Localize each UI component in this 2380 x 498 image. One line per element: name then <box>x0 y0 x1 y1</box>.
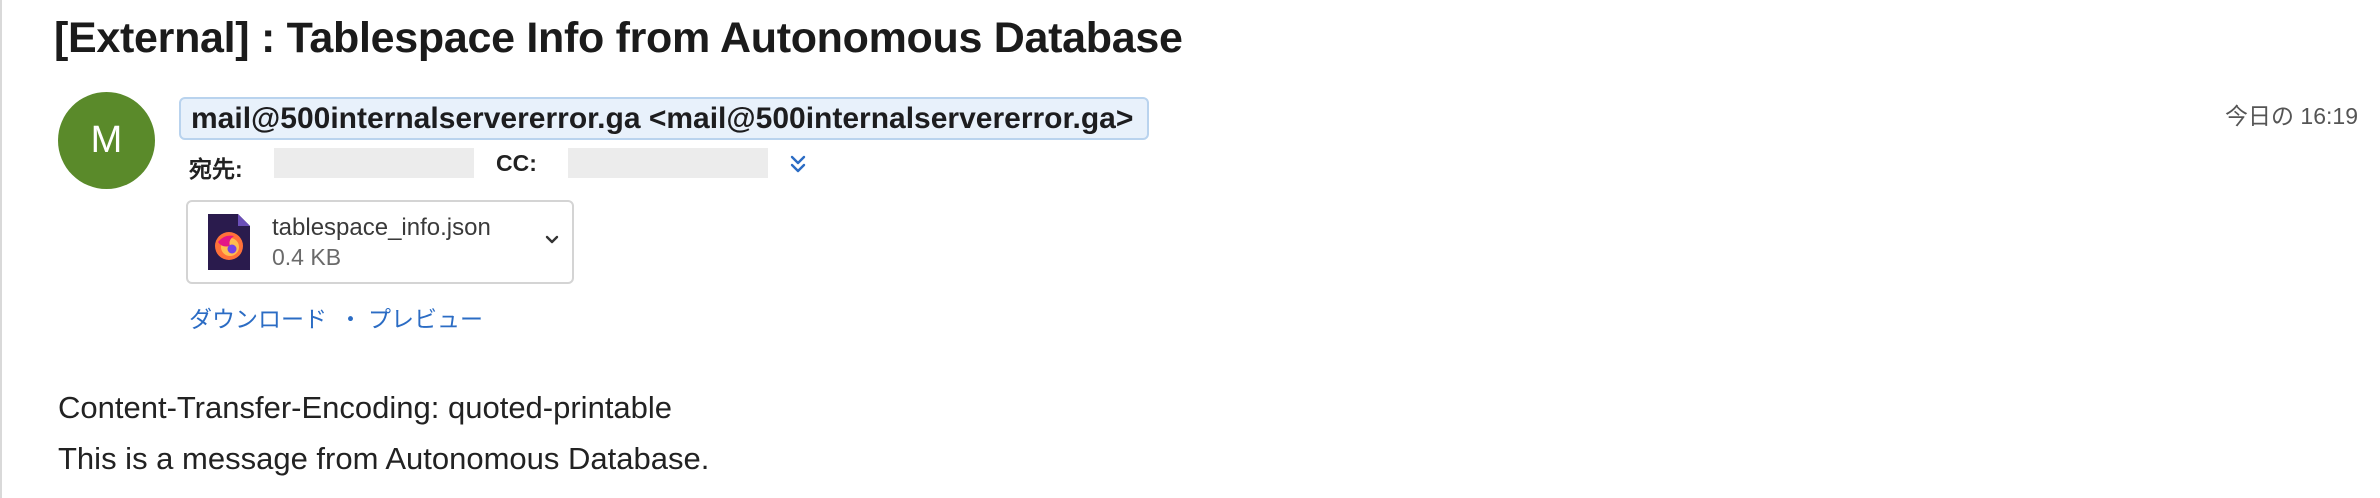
attachment-filename: tablespace_info.json <box>272 214 491 241</box>
cc-label: CC: <box>496 150 537 176</box>
left-divider <box>0 0 2 498</box>
attachment-size: 0.4 KB <box>272 244 342 270</box>
to-label: 宛先: <box>189 156 243 182</box>
email-subject: [External] : Tablespace Info from Autono… <box>54 14 1183 62</box>
link-separator: ・ <box>339 306 362 332</box>
attachment-actions: ダウンロード・プレビュー <box>189 300 483 334</box>
attachment-card[interactable]: tablespace_info.json 0.4 KB <box>186 200 574 284</box>
body-line-1: Content-Transfer-Encoding: quoted-printa… <box>58 390 673 425</box>
expand-recipients-icon[interactable] <box>786 150 810 178</box>
sender-avatar: M <box>58 92 155 189</box>
chevron-down-icon[interactable] <box>542 230 562 250</box>
received-date: 今日の 16:19 <box>2225 103 2358 129</box>
preview-link[interactable]: プレビュー <box>368 306 483 332</box>
to-recipient-redacted <box>274 148 474 178</box>
download-link[interactable]: ダウンロード <box>189 306 327 332</box>
sender-address[interactable]: mail@500internalservererror.ga <mail@500… <box>179 97 1150 140</box>
firefox-file-icon <box>206 212 252 272</box>
cc-recipient-redacted <box>568 148 768 178</box>
body-line-2: This is a message from Autonomous Databa… <box>58 441 710 476</box>
